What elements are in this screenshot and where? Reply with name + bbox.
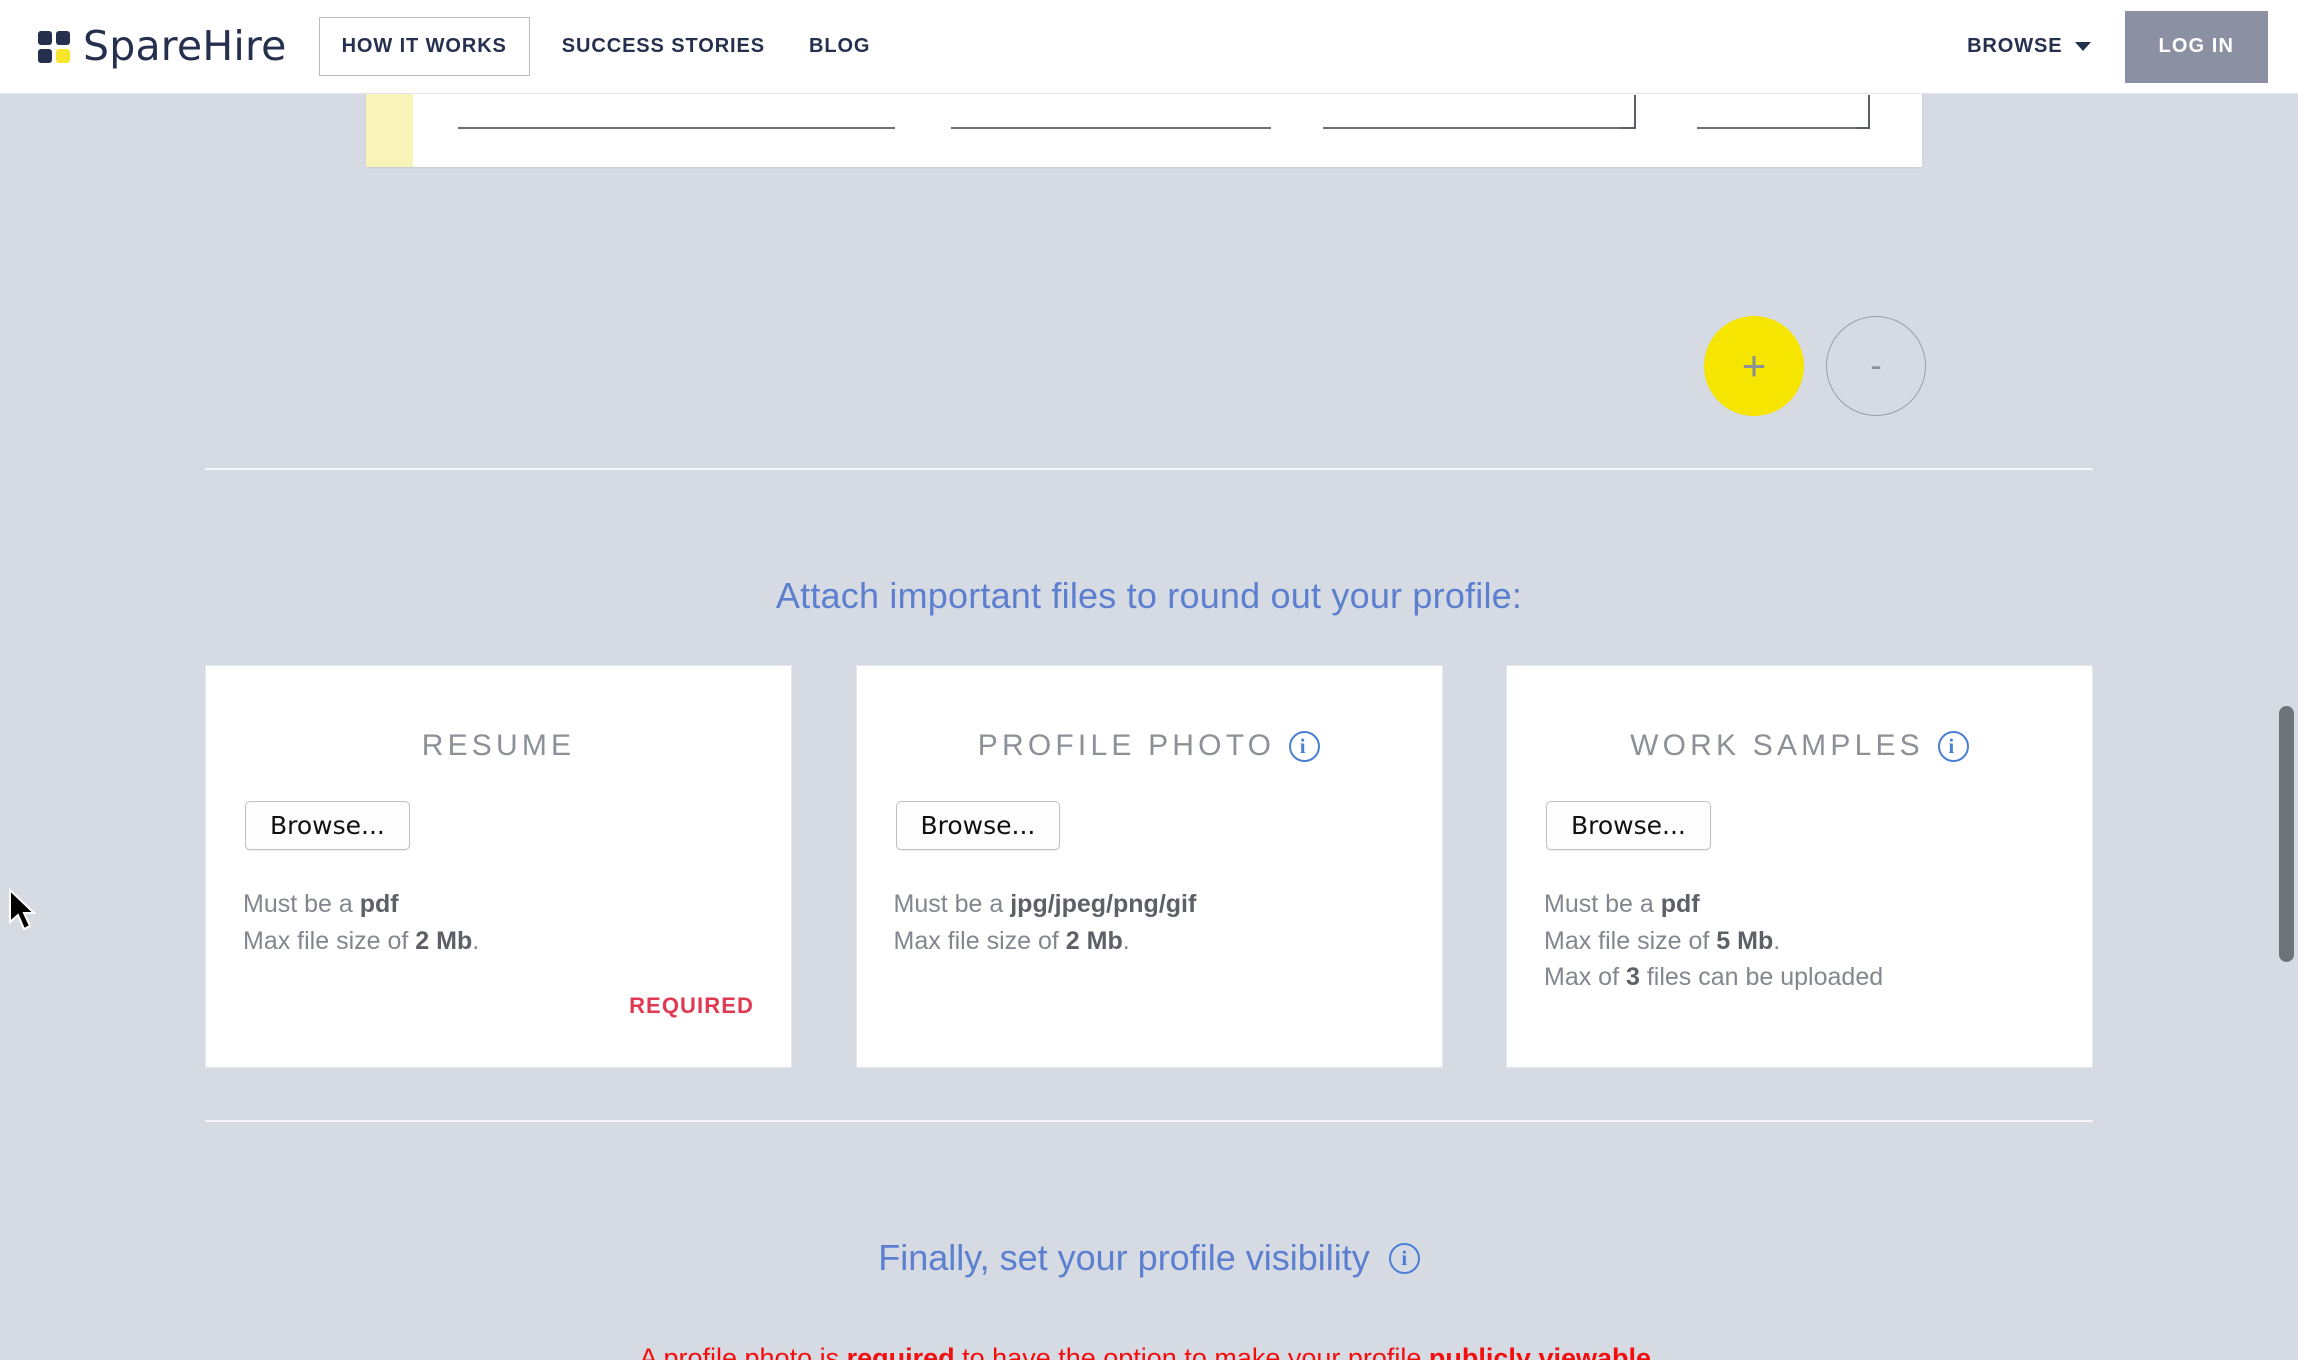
- card-accent-bar: [366, 94, 413, 167]
- resume-browse-button[interactable]: Browse...: [245, 801, 410, 850]
- work-samples-format-value: pdf: [1660, 890, 1700, 918]
- upload-card-work-samples: WORK SAMPLES i Browse... Must be a pdf M…: [1506, 665, 2093, 1068]
- resume-format-note: Must be a pdf: [243, 886, 791, 923]
- nav-browse-label: BROWSE: [1967, 35, 2063, 57]
- brand-logo[interactable]: SpareHire: [38, 26, 287, 67]
- add-row-button[interactable]: +: [1704, 316, 1804, 416]
- warning-bold-publicly-viewable: publicly viewable: [1428, 1343, 1651, 1360]
- nav-right-group: BROWSE LOG IN: [1967, 0, 2298, 93]
- work-samples-size-note: Max file size of 5 Mb.: [1544, 923, 2092, 960]
- select-corner-2[interactable]: [1856, 95, 1870, 129]
- attachment-cards-row: RESUME Browse... Must be a pdf Max file …: [205, 665, 2093, 1068]
- visibility-info-icon[interactable]: i: [1388, 1242, 1420, 1274]
- warning-part-1: A profile photo is: [639, 1343, 847, 1360]
- section-divider-bottom: [205, 1120, 2093, 1122]
- profile-photo-info-icon[interactable]: i: [1289, 730, 1321, 762]
- upload-card-profile-photo: PROFILE PHOTO i Browse... Must be a jpg/…: [855, 665, 1443, 1068]
- logo-square-top-left: [38, 30, 52, 45]
- scrolled-form-row-card: [366, 94, 1922, 167]
- profile-photo-size-suffix: .: [1122, 926, 1130, 955]
- form-field-underline-2[interactable]: [951, 127, 1271, 129]
- profile-photo-size-note: Max file size of 2 Mb.: [894, 923, 1442, 960]
- resume-size-suffix: .: [472, 926, 480, 955]
- profile-photo-browse-button[interactable]: Browse...: [895, 801, 1061, 850]
- form-field-underline-3[interactable]: [1323, 127, 1636, 129]
- work-samples-size-suffix: .: [1773, 926, 1781, 955]
- work-samples-count-value: 3: [1625, 963, 1640, 991]
- vertical-scrollbar-track[interactable]: [2274, 94, 2298, 1360]
- work-samples-info-icon[interactable]: i: [1937, 730, 1969, 762]
- visibility-heading: Finally, set your profile visibility i: [0, 1237, 2298, 1279]
- resume-size-value: 2 Mb: [415, 926, 473, 955]
- resume-size-note: Max file size of 2 Mb.: [243, 923, 791, 960]
- visibility-heading-text: Finally, set your profile visibility: [878, 1237, 1370, 1278]
- profile-photo-size-prefix: Max file size of: [893, 926, 1066, 955]
- profile-photo-format-prefix: Must be a: [893, 890, 1011, 918]
- nav-link-success-stories[interactable]: SUCCESS STORIES: [540, 35, 787, 58]
- form-field-underline-4[interactable]: [1697, 127, 1870, 129]
- work-samples-browse-button[interactable]: Browse...: [1546, 801, 1711, 850]
- work-samples-format-prefix: Must be a: [1544, 890, 1661, 918]
- vertical-scrollbar-thumb[interactable]: [2279, 706, 2294, 962]
- nav-browse-dropdown[interactable]: BROWSE: [1967, 35, 2124, 58]
- logo-squares-icon: [38, 30, 70, 63]
- section-divider-top: [205, 468, 2093, 470]
- upload-card-title: WORK SAMPLES i: [1507, 729, 2092, 763]
- upload-card-title-text: RESUME: [421, 729, 576, 762]
- resume-format-value: pdf: [359, 890, 399, 918]
- work-samples-format-note: Must be a pdf: [1544, 886, 2092, 923]
- upload-card-title-text: WORK SAMPLES: [1630, 729, 1924, 762]
- upload-card-title: PROFILE PHOTO i: [857, 729, 1442, 763]
- upload-card-title: RESUME: [206, 729, 791, 763]
- mouse-cursor-pointer: [9, 888, 37, 931]
- top-navigation-bar: SpareHire HOW IT WORKS SUCCESS STORIES B…: [0, 0, 2298, 94]
- profile-photo-format-value: jpg/jpeg/png/gif: [1010, 890, 1197, 918]
- work-samples-count-prefix: Max of: [1544, 963, 1626, 991]
- upload-card-title-text: PROFILE PHOTO: [977, 729, 1276, 762]
- profile-photo-notes: Must be a jpg/jpeg/png/gif Max file size…: [894, 886, 1442, 959]
- warning-part-2: to have the option to make your profile: [954, 1343, 1429, 1360]
- nav-link-how-it-works[interactable]: HOW IT WORKS: [318, 17, 530, 76]
- brand-name: SpareHire: [83, 22, 287, 70]
- resume-notes: Must be a pdf Max file size of 2 Mb.: [243, 886, 791, 959]
- nav-link-blog[interactable]: BLOG: [787, 35, 892, 58]
- work-samples-count-suffix: files can be uploaded: [1639, 963, 1884, 991]
- warning-bold-required: required: [846, 1343, 955, 1360]
- attachments-heading: Attach important files to round out your…: [775, 575, 1523, 616]
- row-repeater-controls: + -: [1704, 316, 1926, 416]
- resume-size-prefix: Max file size of: [243, 926, 416, 955]
- profile-photo-format-note: Must be a jpg/jpeg/png/gif: [894, 886, 1442, 923]
- remove-row-button[interactable]: -: [1826, 316, 1926, 416]
- primary-nav-links: HOW IT WORKS SUCCESS STORIES BLOG: [318, 17, 893, 76]
- login-button[interactable]: LOG IN: [2124, 10, 2268, 83]
- warning-part-3: .: [1651, 1343, 1659, 1360]
- work-samples-size-prefix: Max file size of: [1544, 926, 1717, 955]
- work-samples-count-note: Max of 3 files can be uploaded: [1544, 959, 2092, 996]
- chevron-down-icon: [2074, 42, 2091, 51]
- logo-square-top-right: [56, 30, 70, 45]
- work-samples-notes: Must be a pdf Max file size of 5 Mb. Max…: [1544, 886, 2092, 996]
- profile-photo-warning: A profile photo is required to have the …: [0, 1343, 2298, 1360]
- resume-format-prefix: Must be a: [243, 890, 360, 918]
- form-field-underline-1[interactable]: [458, 127, 895, 129]
- upload-card-resume: RESUME Browse... Must be a pdf Max file …: [205, 665, 792, 1068]
- logo-square-bottom-right-accent: [56, 48, 70, 63]
- resume-required-badge: REQUIRED: [629, 993, 754, 1018]
- logo-square-bottom-left: [38, 48, 52, 63]
- work-samples-size-value: 5 Mb: [1716, 926, 1774, 955]
- profile-photo-size-value: 2 Mb: [1065, 926, 1123, 955]
- select-corner-1[interactable]: [1622, 95, 1636, 129]
